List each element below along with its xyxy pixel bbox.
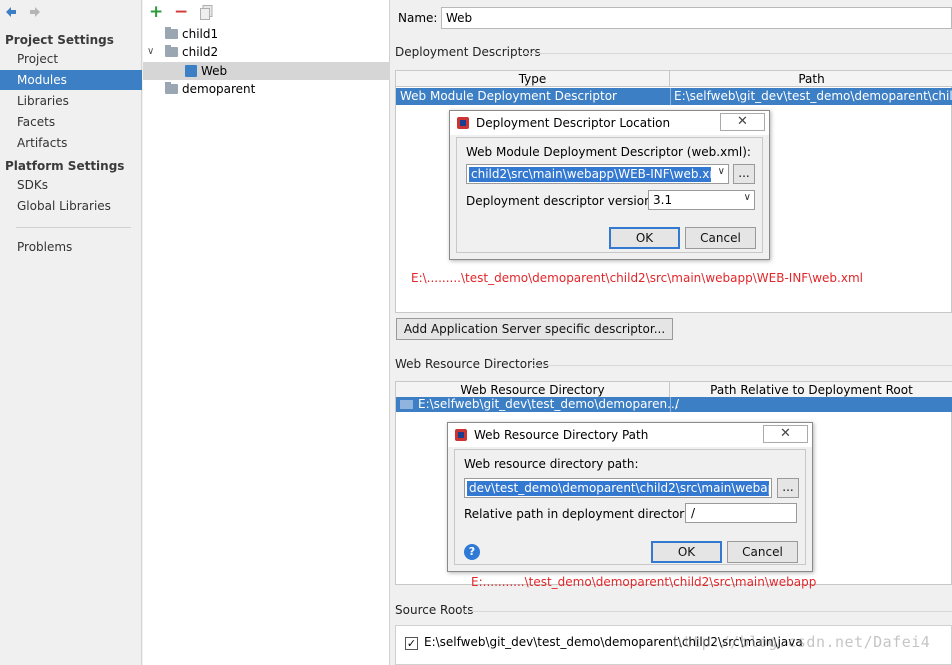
name-field[interactable]: Web xyxy=(441,7,952,29)
dialog-title-text: Deployment Descriptor Location xyxy=(476,116,671,130)
chevron-down-icon[interactable]: ∨ xyxy=(744,192,751,203)
web-resource-annotation: E:...........\test_demo\demoparent\child… xyxy=(471,575,817,589)
nav-item-modules[interactable]: Modules xyxy=(0,70,142,90)
column-header-type[interactable]: Type xyxy=(396,71,670,87)
folder-icon xyxy=(400,400,413,409)
expand-chevron-icon[interactable]: ∨ xyxy=(147,43,154,61)
add-server-descriptor-button[interactable]: Add Application Server specific descript… xyxy=(396,318,673,340)
deployment-descriptor-dialog: Deployment Descriptor Location ✕ Web Mod… xyxy=(449,110,770,260)
cancel-button[interactable]: Cancel xyxy=(727,541,798,563)
module-folder-icon xyxy=(165,45,178,57)
section-divider xyxy=(533,365,952,366)
row-directory-cell: E:\selfweb\git_dev\test_demo\demoparen..… xyxy=(418,397,679,411)
table-row[interactable]: Web Module Deployment Descriptor E:\self… xyxy=(396,88,952,105)
section-divider xyxy=(464,611,952,612)
tree-node-demoparent[interactable]: demoparent xyxy=(143,80,390,98)
intellij-app-icon xyxy=(457,117,469,129)
dialog-body: Web Module Deployment Descriptor (web.xm… xyxy=(456,137,763,253)
web-resource-path-value: dev\test_demo\demoparent\child2\src\main… xyxy=(467,481,769,496)
watermark: http://blog.csdn.net/Dafei4 xyxy=(673,633,931,651)
browse-button[interactable]: ... xyxy=(777,478,799,498)
nav-divider xyxy=(16,227,131,228)
nav-item-project[interactable]: Project xyxy=(0,49,142,69)
version-label: Deployment descriptor version xyxy=(466,194,652,208)
back-arrow-icon[interactable] xyxy=(4,5,18,19)
web-xml-annotation: E:\.........\test_demo\demoparent\child2… xyxy=(411,271,863,285)
module-folder-icon xyxy=(165,27,178,39)
relative-path-value: / xyxy=(691,506,696,520)
tree-node-label: child2 xyxy=(182,45,219,59)
platform-settings-heading: Platform Settings xyxy=(5,159,125,173)
relative-path-field[interactable]: / xyxy=(685,503,797,523)
source-root-checkbox[interactable]: ✓ xyxy=(405,637,418,650)
add-icon[interactable]: + xyxy=(149,4,163,21)
module-tree-panel: + − child1 ∨ child2 Web demoparent xyxy=(143,0,390,665)
tree-node-label: Web xyxy=(201,64,228,78)
web-resource-directory-dialog: Web Resource Directory Path ✕ Web resour… xyxy=(447,422,813,572)
module-folder-icon xyxy=(165,82,178,94)
column-header-relative-path[interactable]: Path Relative to Deployment Root xyxy=(670,382,952,398)
chevron-down-icon[interactable]: ∨ xyxy=(718,166,725,177)
copy-icon[interactable] xyxy=(200,5,213,20)
nav-item-sdks[interactable]: SDKs xyxy=(0,175,142,195)
row-type-cell: Web Module Deployment Descriptor xyxy=(400,89,617,103)
row-path-cell: E:\selfweb\git_dev\test_demo\demoparent\… xyxy=(670,88,952,105)
name-label: Name: xyxy=(398,11,438,25)
nav-item-facets[interactable]: Facets xyxy=(0,112,142,132)
web-resource-path-field[interactable]: dev\test_demo\demoparent\child2\src\main… xyxy=(464,478,772,498)
remove-icon[interactable]: − xyxy=(174,4,188,21)
project-settings-heading: Project Settings xyxy=(5,33,114,47)
dialog-title: Web Resource Directory Path xyxy=(448,423,812,447)
tree-node-label: demoparent xyxy=(182,82,256,96)
web-xml-label: Web Module Deployment Descriptor (web.xm… xyxy=(466,145,751,159)
facet-settings-panel: Name: Web Deployment Descriptors Type Pa… xyxy=(391,0,952,665)
nav-item-libraries[interactable]: Libraries xyxy=(0,91,142,111)
forward-arrow-icon[interactable] xyxy=(28,5,42,19)
row-relative-path-cell: / xyxy=(670,397,679,412)
nav-item-problems[interactable]: Problems xyxy=(0,237,142,257)
section-divider xyxy=(523,53,952,54)
source-roots-heading: Source Roots xyxy=(395,603,474,617)
tree-node-child2[interactable]: ∨ child2 xyxy=(143,43,390,61)
nav-item-artifacts[interactable]: Artifacts xyxy=(0,133,142,153)
web-resource-directories-heading: Web Resource Directories xyxy=(395,357,549,371)
settings-sidebar: Project Settings Project Modules Librari… xyxy=(0,0,142,665)
web-facet-icon xyxy=(185,65,197,77)
dialog-body: Web resource directory path: dev\test_de… xyxy=(454,449,806,565)
intellij-app-icon xyxy=(455,429,467,441)
cancel-button[interactable]: Cancel xyxy=(685,227,756,249)
web-xml-path-value: child2\src\main\webapp\WEB-INF\web.xml xyxy=(469,167,711,182)
tree-node-child1[interactable]: child1 xyxy=(143,25,390,43)
close-icon[interactable]: ✕ xyxy=(763,425,808,443)
relative-path-label: Relative path in deployment directory: xyxy=(464,507,695,521)
tree-node-label: child1 xyxy=(182,27,219,41)
table-row[interactable]: E:\selfweb\git_dev\test_demo\demoparen..… xyxy=(396,397,952,412)
close-icon[interactable]: ✕ xyxy=(720,113,765,131)
version-value: 3.1 xyxy=(653,193,673,207)
ok-button[interactable]: OK xyxy=(651,541,722,563)
version-select[interactable]: 3.1 ∨ xyxy=(648,190,755,210)
tree-node-web[interactable]: Web xyxy=(143,62,390,80)
dialog-title-text: Web Resource Directory Path xyxy=(474,428,649,442)
web-resource-path-label: Web resource directory path: xyxy=(464,457,639,471)
help-icon[interactable]: ? xyxy=(464,544,480,560)
deployment-descriptors-heading: Deployment Descriptors xyxy=(395,45,541,59)
browse-button[interactable]: ... xyxy=(733,164,755,184)
web-xml-path-combo[interactable]: child2\src\main\webapp\WEB-INF\web.xml ∨ xyxy=(466,164,729,184)
ok-button[interactable]: OK xyxy=(609,227,680,249)
column-header-web-resource-directory[interactable]: Web Resource Directory xyxy=(396,382,670,398)
nav-item-global-libraries[interactable]: Global Libraries xyxy=(0,196,142,216)
column-header-path[interactable]: Path xyxy=(670,71,952,87)
